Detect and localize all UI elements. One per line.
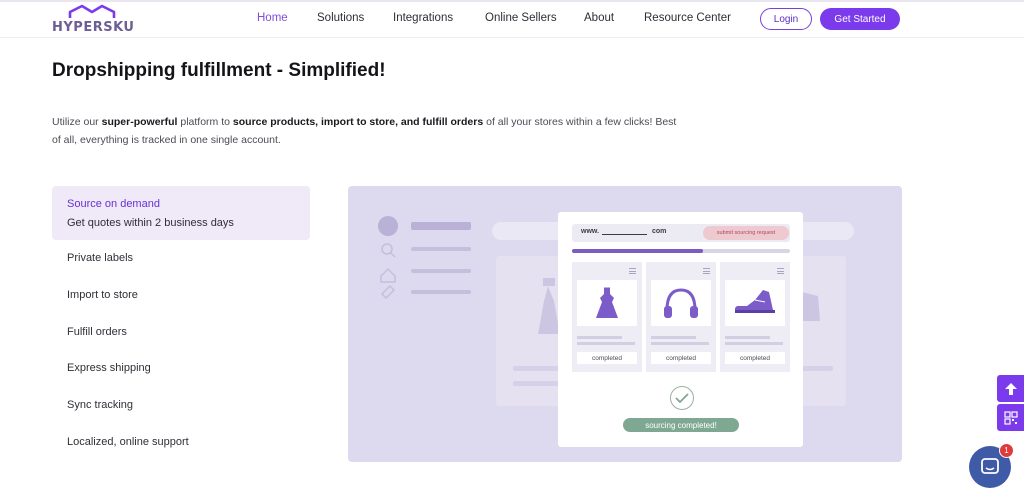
product-card-headphones: completed bbox=[646, 262, 716, 372]
url-bar: www. com submit sourcing request bbox=[572, 224, 790, 242]
sourcing-progress-fill bbox=[572, 249, 703, 253]
get-started-button[interactable]: Get Started bbox=[820, 8, 900, 30]
menu-icon bbox=[629, 268, 636, 276]
feature-express-shipping[interactable]: Express shipping bbox=[67, 362, 151, 374]
feature-private-labels[interactable]: Private labels bbox=[67, 252, 133, 264]
login-button[interactable]: Login bbox=[760, 8, 812, 30]
nav-integrations[interactable]: Integrations bbox=[393, 12, 453, 24]
check-circle-icon bbox=[670, 386, 694, 410]
sourcing-illustration: www. com submit sourcing request complet… bbox=[348, 186, 902, 462]
feature-sync-tracking[interactable]: Sync tracking bbox=[67, 399, 133, 411]
qr-code-icon bbox=[1003, 410, 1018, 425]
brand-logo[interactable]: HYPERSKU bbox=[52, 4, 135, 38]
feature-source-on-demand[interactable]: Source on demand Get quotes within 2 bus… bbox=[52, 186, 310, 240]
menu-icon bbox=[777, 268, 784, 276]
site-header: HYPERSKU Home Solutions Integrations Onl… bbox=[0, 2, 1024, 38]
sourcing-completed-badge: sourcing completed! bbox=[623, 418, 739, 432]
chat-notification-badge: 1 bbox=[999, 443, 1014, 458]
feature-import-to-store[interactable]: Import to store bbox=[67, 289, 138, 301]
product-line bbox=[651, 342, 709, 345]
url-suffix: com bbox=[652, 228, 667, 235]
nav-online-sellers[interactable]: Online Sellers bbox=[485, 12, 557, 24]
url-underline bbox=[602, 234, 647, 235]
arrow-up-icon bbox=[1004, 382, 1017, 395]
desc-part-1: Utilize our bbox=[52, 116, 102, 128]
desc-bold-2: source products, import to store, and fu… bbox=[232, 116, 484, 128]
menu-icon bbox=[703, 268, 710, 276]
sourcing-progress bbox=[572, 249, 790, 253]
product-line bbox=[651, 336, 696, 339]
chat-icon bbox=[981, 458, 999, 474]
sneaker-icon bbox=[725, 280, 785, 326]
product-card-dress: completed bbox=[572, 262, 642, 372]
url-prefix: www. bbox=[581, 228, 600, 235]
status-badge: completed bbox=[651, 352, 711, 364]
desc-part-2: platform to bbox=[177, 116, 233, 128]
desc-bold-1: super-powerful bbox=[101, 116, 178, 128]
product-line bbox=[725, 336, 770, 339]
feature-active-title: Source on demand bbox=[67, 198, 160, 210]
product-line bbox=[725, 342, 783, 345]
qr-code-button[interactable] bbox=[997, 404, 1024, 431]
feature-localized-support[interactable]: Localized, online support bbox=[67, 436, 189, 448]
page-title: Dropshipping fulfillment - Simplified! bbox=[52, 60, 386, 81]
product-line bbox=[577, 336, 622, 339]
headphones-icon bbox=[651, 280, 711, 326]
nav-about[interactable]: About bbox=[584, 12, 614, 24]
nav-resource-center[interactable]: Resource Center bbox=[644, 12, 731, 24]
product-line bbox=[577, 342, 635, 345]
status-badge: completed bbox=[725, 352, 785, 364]
logo-roof-icon bbox=[68, 4, 116, 18]
hero-description: Utilize our super-powerful platform to s… bbox=[52, 113, 682, 149]
sourcing-card: www. com submit sourcing request complet… bbox=[558, 212, 803, 447]
status-badge: completed bbox=[577, 352, 637, 364]
feature-active-subtitle: Get quotes within 2 business days bbox=[67, 217, 234, 229]
nav-home[interactable]: Home bbox=[257, 12, 288, 24]
brand-name: HYPERSKU bbox=[52, 20, 135, 35]
submit-sourcing-button: submit sourcing request bbox=[703, 226, 789, 240]
dress-icon bbox=[577, 280, 637, 326]
nav-solutions[interactable]: Solutions bbox=[317, 12, 364, 24]
feature-fulfill-orders[interactable]: Fulfill orders bbox=[67, 326, 127, 338]
scroll-to-top-button[interactable] bbox=[997, 375, 1024, 402]
product-card-sneaker: completed bbox=[720, 262, 790, 372]
